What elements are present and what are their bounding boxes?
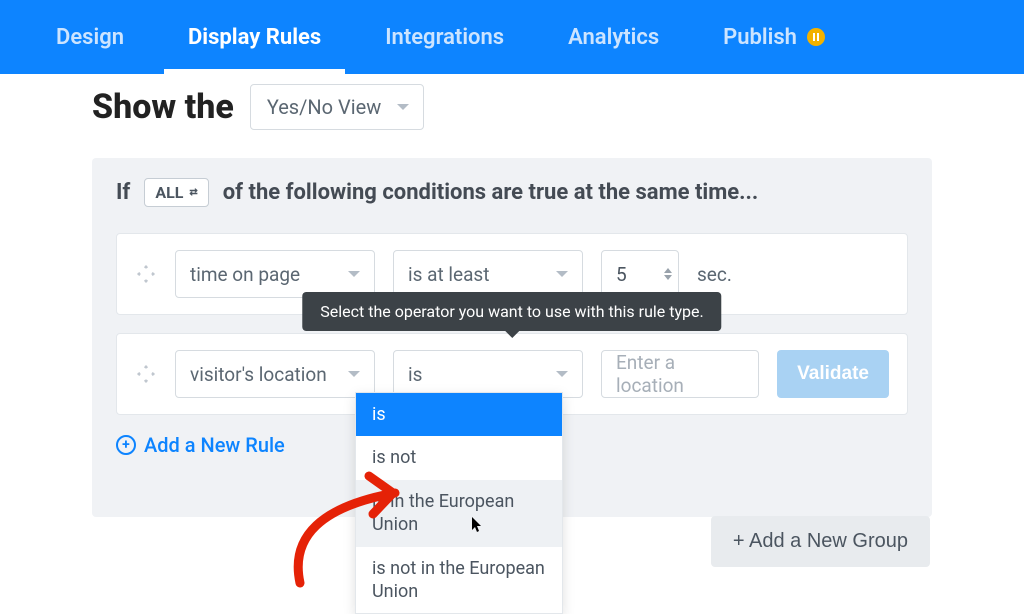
chevron-down-icon <box>556 271 568 277</box>
drag-handle-icon[interactable] <box>135 263 157 285</box>
operator-select[interactable]: is <box>393 350 583 398</box>
operator-option-is[interactable]: is <box>356 393 562 436</box>
conditions-group: If ALL ⇄ of the following conditions are… <box>92 158 932 517</box>
logic-toggle-label: ALL <box>155 183 183 202</box>
location-placeholder: Enter a location <box>616 351 744 397</box>
cursor-icon <box>472 517 484 538</box>
operator-dropdown: is is not is in the European Union is no… <box>355 392 563 614</box>
drag-handle-icon[interactable] <box>135 363 157 385</box>
view-select[interactable]: Yes/No View <box>250 84 424 130</box>
rule-type-value: time on page <box>190 263 300 286</box>
stepper-arrows[interactable] <box>664 268 672 280</box>
swap-icon: ⇄ <box>189 187 197 198</box>
unit-label: sec. <box>697 263 732 286</box>
nav-integrations[interactable]: Integrations <box>353 0 536 74</box>
logic-toggle[interactable]: ALL ⇄ <box>144 178 208 207</box>
group-prefix: If <box>116 180 130 205</box>
value-text: 5 <box>616 263 627 286</box>
operator-value: is at least <box>408 263 489 286</box>
rule-row: Select the operator you want to use with… <box>116 333 908 415</box>
pause-icon <box>807 28 825 46</box>
rule-header: Show the Yes/No View <box>92 84 932 130</box>
chevron-down-icon <box>348 271 360 277</box>
rule-type-select[interactable]: time on page <box>175 250 375 298</box>
nav-analytics[interactable]: Analytics <box>536 0 691 74</box>
add-group-button[interactable]: + Add a New Group <box>711 516 930 567</box>
nav-publish-label: Publish <box>723 25 797 50</box>
chevron-down-icon <box>348 371 360 377</box>
top-nav: Design Display Rules Integrations Analyt… <box>0 0 1024 74</box>
location-input[interactable]: Enter a location <box>601 350 759 398</box>
plus-circle-icon: + <box>116 435 136 455</box>
add-rule-label: Add a New Rule <box>144 433 285 457</box>
rule-type-select[interactable]: visitor's location <box>175 350 375 398</box>
nav-display-rules[interactable]: Display Rules <box>156 0 353 74</box>
operator-value: is <box>408 363 422 386</box>
operator-option-is-not[interactable]: is not <box>356 436 562 479</box>
group-suffix: of the following conditions are true at … <box>223 180 759 205</box>
nav-design[interactable]: Design <box>24 0 156 74</box>
value-input[interactable]: 5 <box>601 250 679 298</box>
group-header: If ALL ⇄ of the following conditions are… <box>116 178 908 207</box>
chevron-down-icon <box>556 371 568 377</box>
operator-option-not-eu[interactable]: is not in the European Union <box>356 547 562 614</box>
operator-select[interactable]: is at least <box>393 250 583 298</box>
operator-option-eu-label: is in the European Union <box>372 491 514 535</box>
validate-button[interactable]: Validate <box>777 350 889 398</box>
chevron-down-icon <box>397 104 409 110</box>
nav-publish[interactable]: Publish <box>691 0 857 74</box>
operator-option-eu[interactable]: is in the European Union <box>356 480 562 547</box>
page-title: Show the <box>92 87 234 127</box>
rule-type-value: visitor's location <box>190 363 327 386</box>
view-select-value: Yes/No View <box>267 95 381 119</box>
operator-tooltip: Select the operator you want to use with… <box>302 292 721 331</box>
